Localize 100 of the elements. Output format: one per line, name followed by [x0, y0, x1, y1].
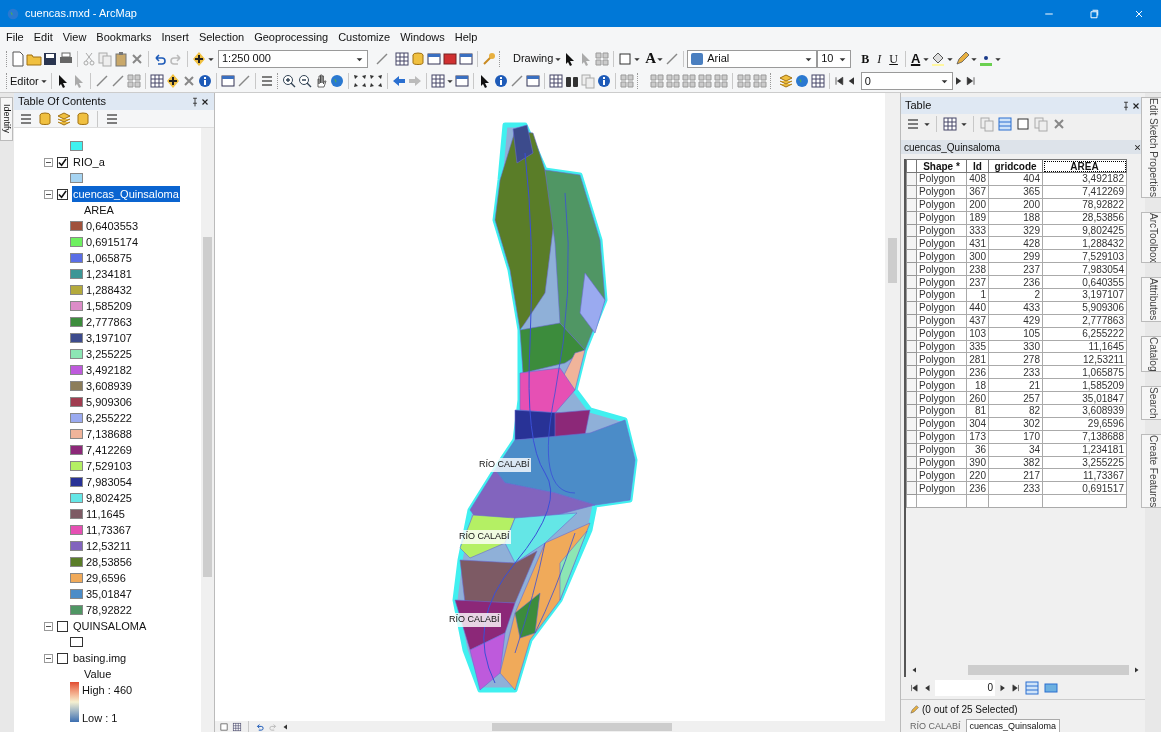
layer-name[interactable]: RIO_a [72, 153, 106, 171]
dock-tab[interactable]: Attributes [1140, 277, 1161, 322]
row-selector[interactable] [906, 378, 917, 392]
menu-item[interactable]: Customize [338, 28, 391, 46]
layer-checkbox[interactable] [57, 188, 68, 200]
grid-icon[interactable] [664, 73, 681, 89]
collapse-toggle[interactable] [44, 621, 53, 631]
line-color-icon[interactable] [954, 50, 971, 67]
table-icon[interactable] [547, 73, 564, 89]
curve-icon[interactable] [664, 50, 681, 67]
save-icon[interactable] [42, 50, 58, 67]
menu-item[interactable]: Insert [161, 28, 189, 46]
row-selector[interactable] [906, 340, 917, 353]
close-icon[interactable] [1133, 142, 1142, 152]
window-icon[interactable] [524, 73, 541, 89]
menu-item[interactable]: Selection [198, 28, 245, 46]
refresh-icon[interactable] [255, 721, 265, 732]
scroll-left-icon[interactable] [281, 722, 289, 731]
new-page-icon[interactable] [10, 50, 26, 67]
row-selector[interactable] [906, 404, 917, 418]
font-field[interactable]: Arial [687, 49, 818, 68]
grid-icon[interactable] [696, 73, 713, 89]
menu-item[interactable]: Edit [33, 28, 53, 46]
grid-icon[interactable] [125, 73, 142, 89]
row-selector[interactable] [906, 262, 917, 276]
info-icon[interactable] [492, 73, 509, 89]
pin-icon[interactable] [1121, 100, 1131, 111]
font-size-field[interactable]: 10 [817, 49, 852, 68]
row-selector[interactable] [906, 236, 917, 250]
show-selected-records-icon[interactable] [1043, 680, 1059, 696]
collapse-toggle[interactable] [44, 157, 53, 167]
row-selector[interactable] [906, 275, 917, 289]
row-selector[interactable] [906, 417, 917, 431]
zoom-out-icon[interactable] [296, 73, 313, 89]
last-record-icon[interactable] [1011, 683, 1021, 693]
layers-icon[interactable] [777, 73, 794, 89]
row-selector[interactable] [906, 172, 917, 186]
bold-button[interactable]: B [857, 49, 874, 68]
layer-name[interactable]: basing.img [72, 649, 128, 667]
grid-icon[interactable] [618, 73, 635, 89]
row-selector[interactable] [906, 443, 917, 457]
window-icon[interactable] [219, 73, 236, 89]
line-tool-icon[interactable] [374, 50, 390, 67]
clear-selection-icon[interactable] [1015, 116, 1031, 132]
layer-checkbox[interactable] [57, 652, 68, 664]
menu-item[interactable]: Help [454, 28, 478, 46]
dock-tab[interactable]: Edit Sketch Properties [1140, 97, 1161, 198]
dock-tab[interactable]: Search [1140, 386, 1161, 420]
layer-name[interactable]: QUINSALOMA [72, 617, 148, 635]
table-tab[interactable]: cuencas_Quinsaloma [965, 719, 1061, 732]
zoom-in-icon[interactable] [280, 73, 297, 89]
italic-button[interactable]: I [873, 49, 886, 68]
row-selector[interactable] [906, 224, 917, 237]
scroll-thumb[interactable] [968, 665, 1129, 675]
window-icon[interactable] [426, 50, 442, 67]
toolbox-icon[interactable] [442, 50, 458, 67]
window-icon[interactable] [458, 50, 474, 67]
grid-icon[interactable] [680, 73, 697, 89]
row-selector[interactable] [906, 185, 917, 199]
menu-item[interactable]: View [62, 28, 87, 46]
list-by-visibility-icon[interactable] [56, 110, 72, 127]
menu-item[interactable]: Bookmarks [96, 28, 152, 46]
database-icon[interactable] [410, 50, 426, 67]
add-data-icon[interactable] [191, 50, 207, 67]
row-selector[interactable] [906, 469, 917, 482]
fill-color-icon[interactable] [930, 50, 947, 67]
last-record-icon[interactable] [964, 75, 977, 87]
row-selector[interactable] [906, 391, 917, 405]
row-selector[interactable] [906, 456, 917, 469]
record-field[interactable]: 0 [935, 680, 995, 696]
underline-button[interactable]: U [885, 49, 902, 68]
scale-field[interactable]: 1:250 000 [218, 49, 368, 68]
globe-icon[interactable] [793, 73, 810, 89]
list-by-selection-icon[interactable] [75, 110, 91, 127]
table-tab[interactable]: RÍO CALABÍ [907, 720, 964, 732]
arrows-in-icon[interactable] [351, 73, 368, 89]
layout-view-icon[interactable] [232, 721, 242, 732]
info-icon[interactable] [196, 73, 213, 89]
restore-icon[interactable] [1087, 7, 1100, 20]
row-selector[interactable] [906, 430, 917, 444]
row-selector[interactable] [906, 327, 917, 341]
column-header[interactable]: Shape * [916, 159, 967, 173]
close-icon[interactable] [1131, 100, 1141, 111]
row-selector[interactable] [906, 301, 917, 315]
layer-checkbox[interactable] [57, 620, 68, 632]
paste-icon[interactable] [113, 50, 129, 67]
row-selector[interactable] [906, 352, 917, 366]
arrows-out-icon[interactable] [367, 73, 384, 89]
pin-icon[interactable] [190, 96, 200, 107]
collapse-toggle[interactable] [44, 653, 53, 663]
list-by-source-icon[interactable] [37, 110, 53, 127]
table-options-icon[interactable] [905, 116, 921, 132]
window-icon[interactable] [453, 73, 470, 89]
dock-tab[interactable]: Identify [0, 97, 13, 141]
switch-selection-icon[interactable] [997, 116, 1013, 132]
grid-icon[interactable] [735, 73, 752, 89]
scroll-thumb[interactable] [888, 238, 897, 283]
menu-item[interactable]: File [6, 28, 24, 46]
key-icon[interactable] [481, 50, 497, 67]
editor-menu[interactable]: Editor [10, 72, 48, 90]
